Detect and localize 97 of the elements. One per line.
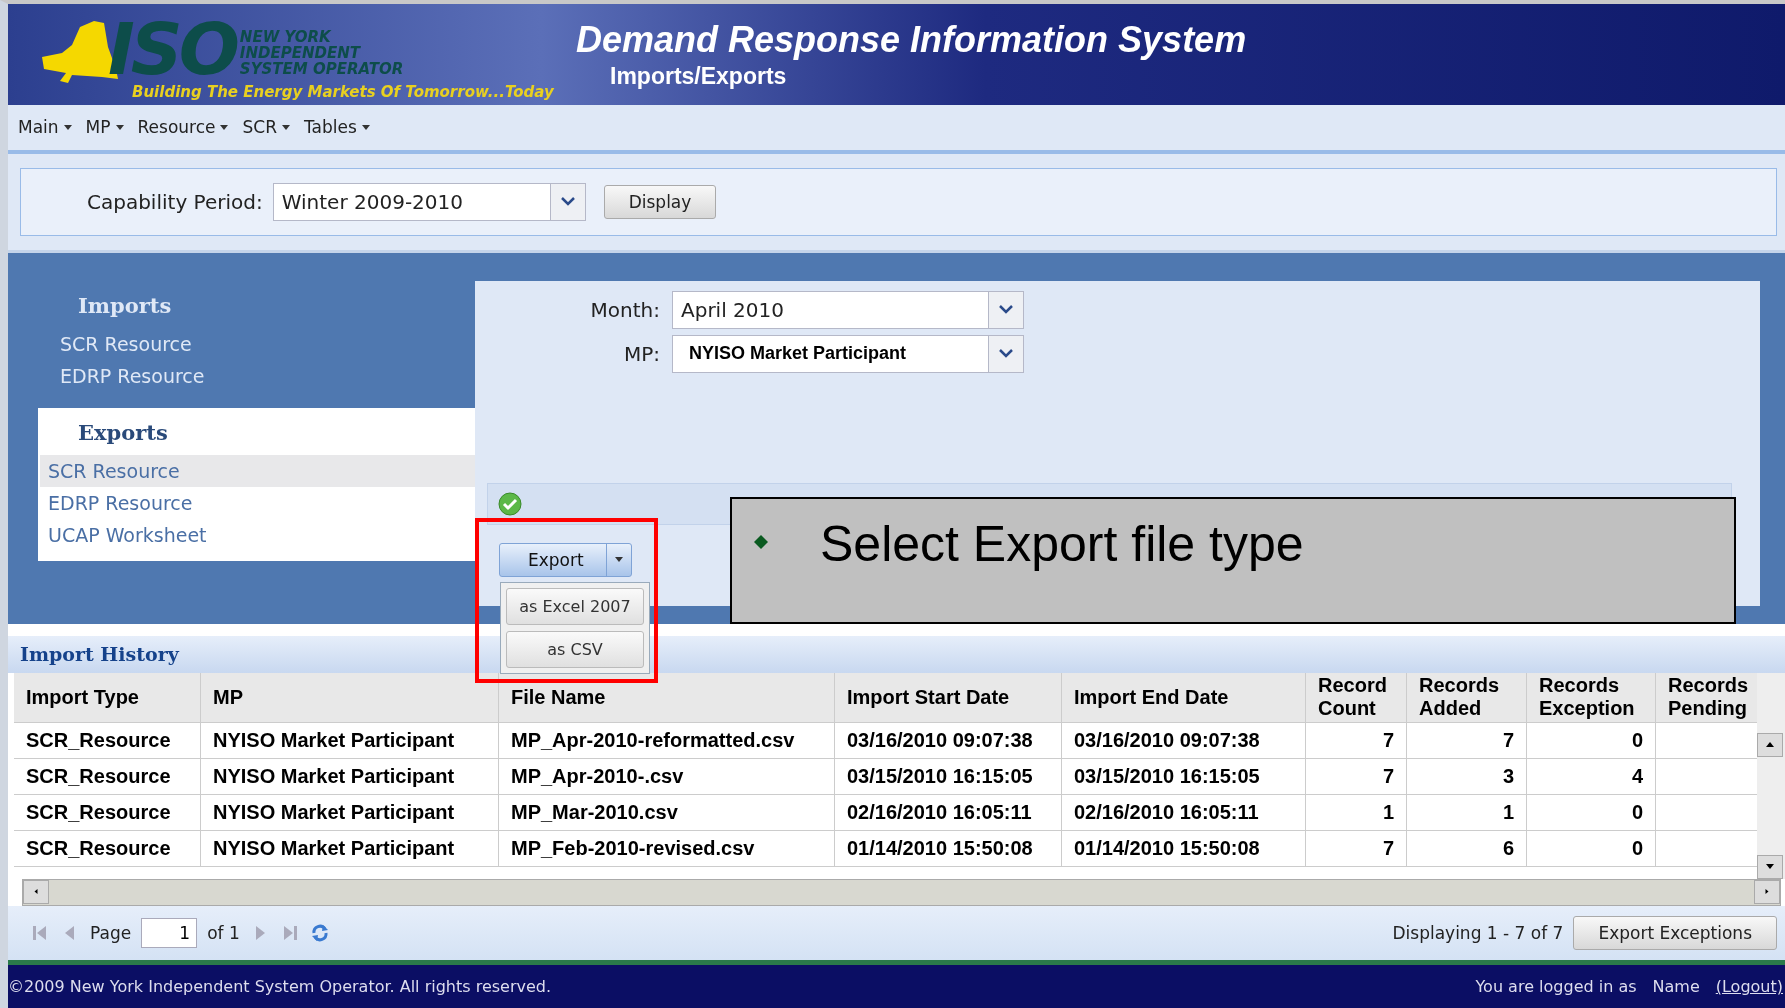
table-cell: MP_Mar-2010.csv <box>499 794 835 831</box>
logo-name-line: NEW YORK <box>239 28 332 45</box>
table-cell: 0 <box>1527 830 1656 867</box>
nav-link[interactable]: EDRP Resource <box>40 486 475 519</box>
table-cell: MP_Apr-2010-reformatted.csv <box>499 722 835 759</box>
login-status: You are logged in as <box>1475 977 1637 997</box>
check-icon <box>498 491 522 516</box>
table-cell: 1 <box>1407 794 1527 831</box>
menu-option[interactable]: as CSV <box>506 631 644 668</box>
caret-icon <box>115 124 124 130</box>
field-label: MP: <box>622 341 660 366</box>
menu-item[interactable]: Tables <box>303 117 370 138</box>
nav-link[interactable]: SCR Resource <box>48 327 475 360</box>
table-cell: SCR_Resource <box>14 758 201 795</box>
menu-option[interactable]: as Excel 2007 <box>506 588 644 625</box>
export-exceptions-button[interactable]: Export Exceptions <box>1573 916 1777 951</box>
table-cell: 01/14/2010 15:50:08 <box>1062 830 1306 867</box>
section-title: Import History <box>20 643 179 666</box>
nav-link[interactable]: EDRP Resource <box>48 359 475 392</box>
menu-item[interactable]: SCR <box>242 117 290 138</box>
user-name: Name <box>1652 977 1700 997</box>
table-cell: NYISO Market Participant <box>201 794 499 831</box>
table-cell: 7 <box>1306 758 1407 795</box>
table-cell: 0 <box>1527 794 1656 831</box>
table-cell: 6 <box>1407 830 1527 867</box>
table-cell: SCR_Resource <box>14 830 201 867</box>
table-cell: SCR_Resource <box>14 794 201 831</box>
record-count: Displaying 1 - 7 of 7 <box>1392 923 1564 944</box>
nav-link[interactable]: UCAP Worksheet <box>40 518 475 551</box>
table-cell: 03/16/2010 09:07:38 <box>1062 722 1306 759</box>
table-cell: 0 <box>1527 722 1656 759</box>
nav-link[interactable]: SCR Resource <box>40 454 475 487</box>
logo-name-line: INDEPENDENT <box>239 44 362 61</box>
column-header: MP <box>201 672 499 723</box>
export-split-button[interactable]: Export <box>499 542 632 577</box>
table-cell: 02/16/2010 16:05:11 <box>1062 794 1306 831</box>
table-cell: 3 <box>1407 758 1527 795</box>
table-cell: 03/15/2010 16:15:05 <box>1062 758 1306 795</box>
nav-section-title: Exports <box>77 418 169 447</box>
caret-icon <box>614 557 623 563</box>
diamond-bullet-icon <box>754 535 768 549</box>
month-dropdown[interactable]: April 2010 <box>672 290 1024 329</box>
table-cell: NYISO Market Participant <box>201 722 499 759</box>
triangle-up-icon <box>1766 742 1775 748</box>
page-label: Page <box>90 923 132 944</box>
scroll-down-button[interactable] <box>1757 854 1784 879</box>
logout-link[interactable]: (Logout) <box>1715 977 1783 997</box>
column-header: Import Start Date <box>835 672 1062 723</box>
column-header: Record Count <box>1306 672 1407 723</box>
field-label: Month: <box>589 297 660 322</box>
callout-text: Select Export file type <box>820 515 1304 573</box>
triangle-left-icon <box>32 889 40 895</box>
table-cell: 7 <box>1306 722 1407 759</box>
copyright-text: ©2009 New York Independent System Operator. All rights reserved. <box>8 977 552 997</box>
table-cell: 1 <box>1306 794 1407 831</box>
chevron-down-icon <box>999 305 1013 315</box>
menu-item[interactable]: Main <box>18 117 72 138</box>
logo-name-line: SYSTEM OPERATOR <box>239 60 404 77</box>
table-cell: 01/14/2010 15:50:08 <box>835 830 1062 867</box>
nav-section-title: Imports <box>77 291 173 320</box>
refresh-icon <box>309 923 330 944</box>
table-cell: 7 <box>1306 830 1407 867</box>
table-cell: 03/16/2010 09:07:38 <box>835 722 1062 759</box>
column-header: File Name <box>499 672 835 723</box>
table-cell: 02/16/2010 16:05:11 <box>835 794 1062 831</box>
table-cell: NYISO Market Participant <box>201 758 499 795</box>
column-header: Import Type <box>14 672 201 723</box>
page-count: of 1 <box>207 923 240 944</box>
page-subtitle: Imports/Exports <box>610 63 788 90</box>
column-header: Records Pending <box>1656 672 1758 723</box>
chevron-down-icon <box>560 197 575 207</box>
table-cell: MP_Apr-2010-.csv <box>499 758 835 795</box>
table-cell: 03/15/2010 16:15:05 <box>835 758 1062 795</box>
participant-dropdown[interactable]: NYISO Market Participant <box>672 334 1024 373</box>
table-cell: 4 <box>1527 758 1656 795</box>
table-cell: MP_Feb-2010-revised.csv <box>499 830 835 867</box>
menu-item[interactable]: MP <box>85 117 124 138</box>
display-button[interactable]: Display <box>603 184 717 219</box>
scroll-up-button[interactable] <box>1757 732 1784 757</box>
chevron-down-icon <box>999 349 1013 359</box>
table-cell: NYISO Market Participant <box>201 830 499 867</box>
app-title: Demand Response Information System <box>576 19 1247 61</box>
triangle-down-icon <box>1766 864 1775 870</box>
caret-icon <box>220 124 229 130</box>
caret-icon <box>281 124 290 130</box>
table-cell: 7 <box>1407 722 1527 759</box>
caret-icon <box>63 124 72 130</box>
menu-item[interactable]: Resource <box>137 117 229 138</box>
column-header: Import End Date <box>1062 672 1306 723</box>
table-cell: SCR_Resource <box>14 722 201 759</box>
field-label: Capability Period: <box>87 189 263 214</box>
caret-icon <box>361 124 370 130</box>
triangle-right-icon <box>1763 889 1771 895</box>
capability-period-dropdown[interactable]: Winter 2009-2010 <box>272 182 586 221</box>
column-header: Records Exception <box>1527 672 1656 723</box>
page-number-field[interactable]: 1 <box>141 918 198 949</box>
column-header: Records Added <box>1407 672 1527 723</box>
